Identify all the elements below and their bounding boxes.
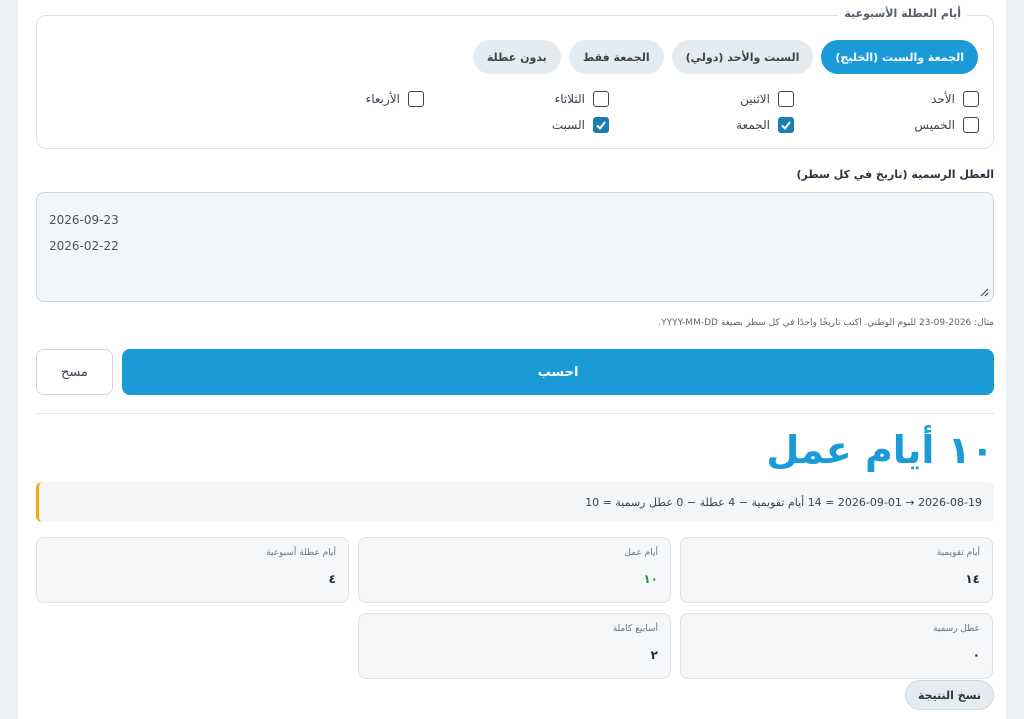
day-sunday[interactable]: الأحد	[794, 90, 979, 108]
day-label: الأربعاء	[365, 92, 400, 106]
wednesday-checkbox[interactable]	[408, 91, 424, 107]
calculator-card: أيام العطلة الأسبوعية الجمعة والسبت (الخ…	[18, 0, 1006, 719]
clear-button[interactable]: مسح	[36, 349, 113, 395]
day-saturday[interactable]: السبت	[424, 116, 609, 134]
preset-sat-sun-button[interactable]: السبت والأحد (دولي)	[671, 40, 814, 74]
day-label: السبت	[551, 118, 585, 132]
weekend-presets: الجمعة والسبت (الخليج) السبت والأحد (دول…	[472, 40, 978, 74]
monday-checkbox[interactable]	[778, 91, 794, 107]
friday-checkbox[interactable]	[778, 117, 794, 133]
sunday-checkbox[interactable]	[963, 91, 979, 107]
resize-handle-icon[interactable]	[980, 288, 989, 297]
holidays-hint: مثال: 2026-09-23 لليوم الوطني. اكتب تاري…	[658, 318, 994, 328]
stat-value: ١٠	[643, 572, 658, 586]
stat-value: ١٤	[965, 572, 980, 586]
holiday-line: 2026-09-23	[49, 213, 119, 227]
divider	[36, 413, 994, 414]
stat-calendar-days: أيام تقويمية ١٤	[680, 537, 993, 603]
holiday-line: 2026-02-22	[49, 239, 119, 253]
thursday-checkbox[interactable]	[963, 117, 979, 133]
day-label: الأحد	[931, 92, 955, 106]
result-title: ١٠ أيام عمل	[766, 428, 994, 472]
stat-weekend-days: أيام عطلة أسبوعية ٤	[36, 537, 349, 603]
stat-label: أيام عطلة أسبوعية	[266, 548, 336, 558]
holidays-textarea[interactable]: 2026-09-23 2026-02-22	[36, 192, 994, 302]
day-label: الجمعة	[736, 118, 770, 132]
saturday-checkbox[interactable]	[593, 117, 609, 133]
weekend-legend: أيام العطلة الأسبوعية	[838, 7, 967, 20]
preset-fri-sat-button[interactable]: الجمعة والسبت (الخليج)	[821, 40, 978, 74]
tuesday-checkbox[interactable]	[593, 91, 609, 107]
result-formula: 2026-08-19 → 2026-09-01 = 14 أيام تقويمي…	[36, 482, 994, 522]
holidays-label: العطل الرسمية (تاريخ في كل سطر)	[796, 168, 994, 181]
stat-value: ٤	[328, 572, 336, 586]
day-label: الثلاثاء	[554, 92, 585, 106]
stat-label: أيام عمل	[624, 548, 658, 558]
stat-value: ٠	[972, 648, 980, 662]
preset-no-weekend-button[interactable]: بدون عطلة	[472, 40, 561, 74]
stat-label: أسابيع كاملة	[612, 624, 658, 634]
day-label: الاثنين	[740, 92, 770, 106]
stat-public-holidays: عطل رسمية ٠	[680, 613, 993, 679]
calculate-button[interactable]: احسب	[122, 349, 994, 395]
day-label: الخميس	[914, 118, 955, 132]
day-thursday[interactable]: الخميس	[794, 116, 979, 134]
day-monday[interactable]: الاثنين	[609, 90, 794, 108]
day-wednesday[interactable]: الأربعاء	[239, 90, 424, 108]
copy-result-button[interactable]: نسخ النتيجة	[904, 680, 994, 710]
day-friday[interactable]: الجمعة	[609, 116, 794, 134]
stat-label: أيام تقويمية	[936, 548, 980, 558]
stat-value: ٢	[650, 648, 658, 662]
stat-full-weeks: أسابيع كاملة ٢	[358, 613, 671, 679]
weekday-checkboxes: الأحد الاثنين الثلاثاء الأربعاء الخميس ا…	[239, 90, 979, 134]
preset-fri-only-button[interactable]: الجمعة فقط	[568, 40, 664, 74]
day-tuesday[interactable]: الثلاثاء	[424, 90, 609, 108]
stat-work-days: أيام عمل ١٠	[358, 537, 671, 603]
weekend-fieldset: أيام العطلة الأسبوعية الجمعة والسبت (الخ…	[36, 7, 994, 149]
stat-label: عطل رسمية	[932, 624, 980, 634]
